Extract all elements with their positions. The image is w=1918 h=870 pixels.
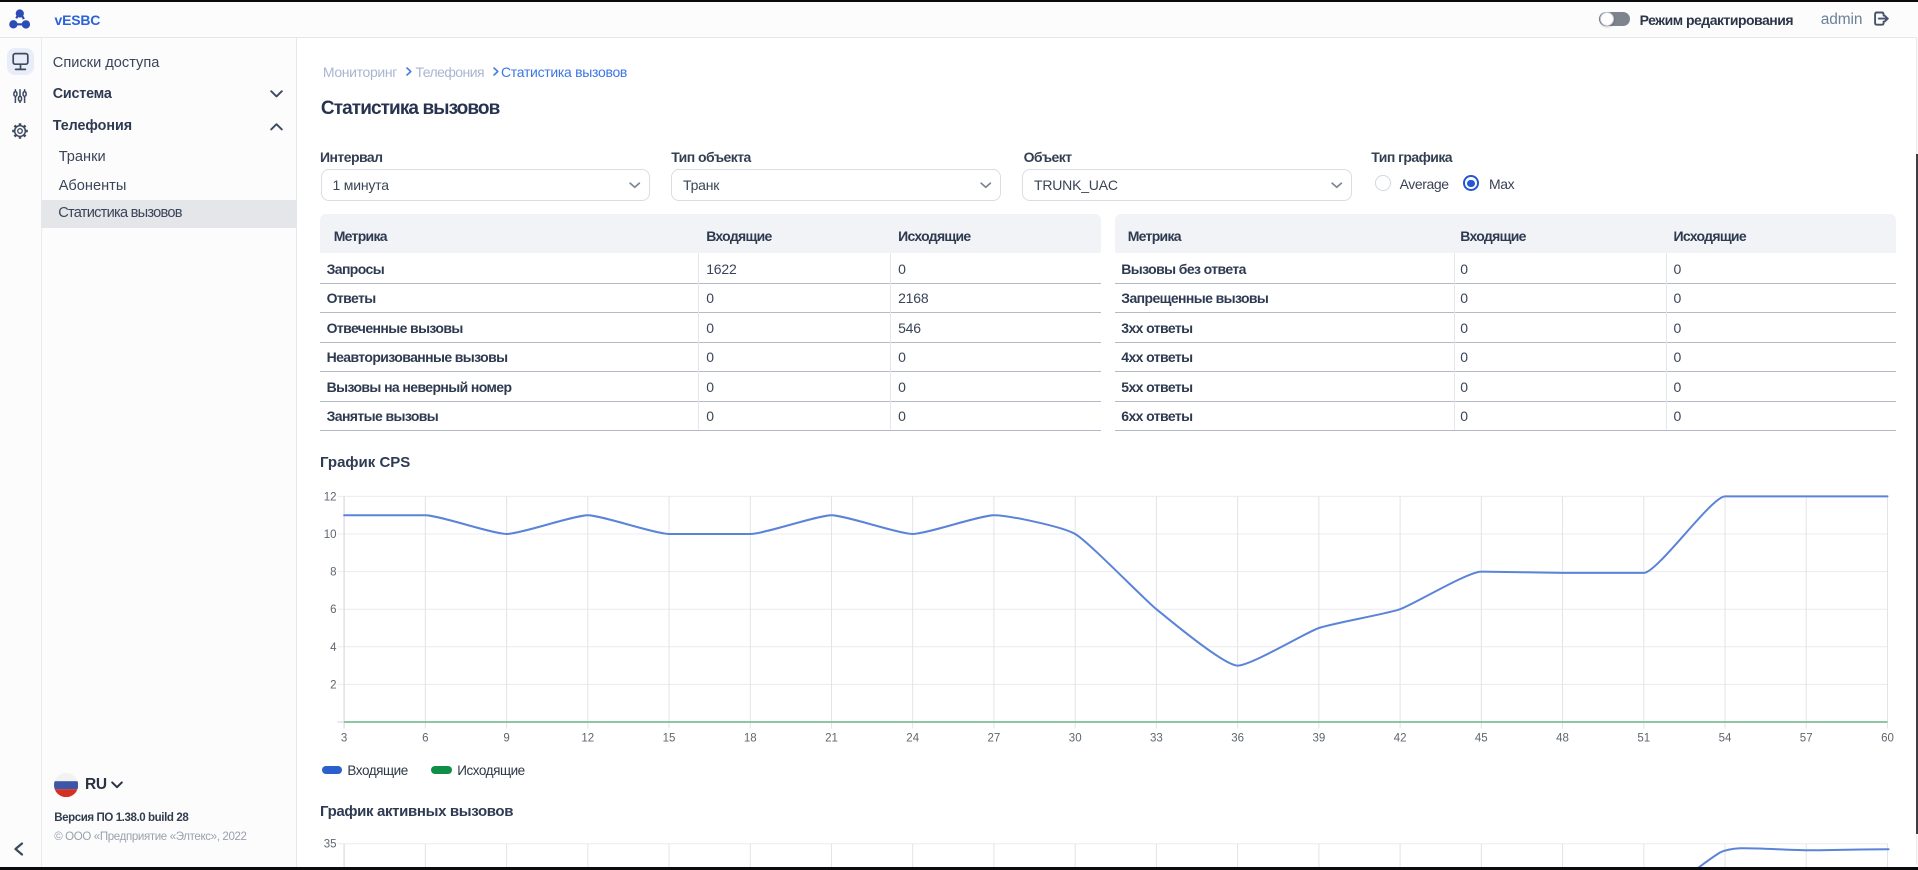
svg-text:9: 9 [503, 732, 509, 744]
svg-text:24: 24 [906, 732, 919, 744]
svg-text:42: 42 [1394, 732, 1407, 744]
svg-text:48: 48 [1556, 732, 1569, 744]
svg-text:54: 54 [1719, 732, 1732, 744]
svg-text:35: 35 [324, 839, 337, 851]
svg-text:30: 30 [1069, 732, 1082, 744]
svg-text:57: 57 [1800, 732, 1813, 744]
svg-text:4: 4 [330, 642, 337, 654]
svg-text:15: 15 [663, 732, 676, 744]
svg-text:6: 6 [422, 732, 428, 744]
svg-text:6: 6 [330, 604, 336, 616]
svg-text:3: 3 [341, 732, 347, 744]
svg-text:27: 27 [988, 732, 1001, 744]
svg-text:39: 39 [1313, 732, 1326, 744]
svg-text:2: 2 [330, 679, 336, 691]
svg-text:12: 12 [581, 732, 594, 744]
svg-text:36: 36 [1231, 732, 1244, 744]
svg-text:60: 60 [1881, 732, 1894, 744]
svg-text:10: 10 [324, 529, 337, 541]
svg-text:51: 51 [1637, 732, 1650, 744]
svg-text:21: 21 [825, 732, 838, 744]
svg-text:12: 12 [324, 491, 337, 503]
svg-text:18: 18 [744, 732, 757, 744]
svg-text:33: 33 [1150, 732, 1163, 744]
svg-text:8: 8 [330, 567, 336, 579]
svg-text:45: 45 [1475, 732, 1488, 744]
